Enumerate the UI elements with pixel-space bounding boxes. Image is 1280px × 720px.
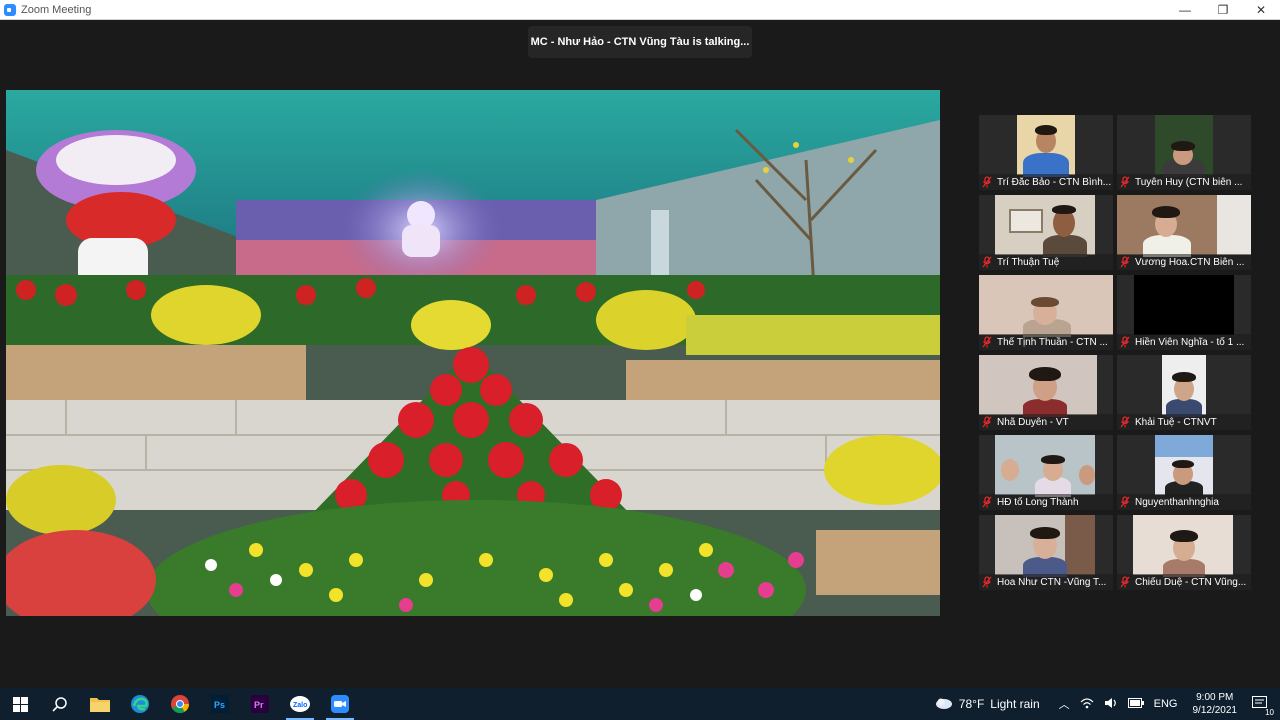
- weather-widget[interactable]: 78°F Light rain: [935, 697, 1040, 711]
- participant-video: [1155, 115, 1213, 177]
- meeting-area: MC - Như Hảo - CTN Vũng Tàu is talking..…: [0, 20, 1280, 688]
- svg-text:Ps: Ps: [214, 700, 225, 710]
- window-controls: — ❐ ✕: [1166, 0, 1280, 20]
- notification-count: 10: [1263, 707, 1276, 717]
- participant-name: Nhã Duyên - VT: [997, 416, 1069, 428]
- premiere-icon[interactable]: Pr: [240, 688, 280, 720]
- participant-video: [979, 275, 1113, 337]
- video-scene: [6, 90, 940, 616]
- participant-video: [995, 435, 1095, 497]
- participant-name: Hiền Viên Nghĩa - tổ 1 ...: [1135, 336, 1245, 348]
- search-icon[interactable]: [40, 688, 80, 720]
- mic-muted-icon: [1120, 176, 1130, 188]
- windows-start-icon[interactable]: [0, 688, 40, 720]
- mic-muted-icon: [1120, 496, 1130, 508]
- participant-video: [995, 195, 1095, 257]
- svg-text:Pr: Pr: [254, 700, 264, 710]
- taskbar: Ps Pr Zalo 78°F Light rain ︿ ENG 9:00 PM…: [0, 688, 1280, 720]
- participant-tile[interactable]: Vương Hoa.CTN Biên ...: [1117, 195, 1251, 270]
- window-title: Zoom Meeting: [21, 3, 92, 16]
- participant-tile[interactable]: Tuyên Huy (CTN biên ...: [1117, 115, 1251, 190]
- mic-muted-icon: [1120, 256, 1130, 268]
- edge-icon[interactable]: [120, 688, 160, 720]
- participant-name: Trí Đắc Bảo - CTN Bình...: [997, 176, 1112, 188]
- language-indicator[interactable]: ENG: [1154, 698, 1178, 710]
- participant-name-row: Hiền Viên Nghĩa - tổ 1 ...: [1117, 334, 1251, 350]
- close-button[interactable]: ✕: [1242, 0, 1280, 20]
- mic-muted-icon: [982, 176, 992, 188]
- battery-icon[interactable]: [1127, 697, 1144, 711]
- participant-name-row: Vương Hoa.CTN Biên ...: [1117, 254, 1251, 270]
- mic-muted-icon: [1120, 336, 1130, 348]
- participant-video: [979, 355, 1097, 417]
- participant-video: [1155, 435, 1213, 497]
- participant-video: [1162, 355, 1206, 417]
- participant-name-row: Thể Tịnh Thuần - CTN ...: [979, 334, 1113, 350]
- participant-video: [995, 515, 1095, 577]
- maximize-button[interactable]: ❐: [1204, 0, 1242, 20]
- participant-tile[interactable]: Hoa Như CTN -Vũng T...: [979, 515, 1113, 590]
- system-tray: 78°F Light rain ︿ ENG 9:00 PM 9/12/2021 …: [935, 688, 1280, 720]
- participant-tile[interactable]: Nguyenthanhnghia: [1117, 435, 1251, 510]
- participant-name-row: Trí Thuận Tuệ: [979, 254, 1113, 270]
- file-explorer-icon[interactable]: [80, 688, 120, 720]
- participant-tile[interactable]: Thể Tịnh Thuần - CTN ...: [979, 275, 1113, 350]
- mic-muted-icon: [982, 496, 992, 508]
- mic-muted-icon: [982, 336, 992, 348]
- zoom-icon[interactable]: [320, 688, 360, 720]
- active-speaker-banner: MC - Như Hảo - CTN Vũng Tàu is talking..…: [528, 26, 752, 58]
- participant-tile[interactable]: Chiếu Duệ - CTN Vũng...: [1117, 515, 1251, 590]
- minimize-button[interactable]: —: [1166, 0, 1204, 20]
- participant-name: Trí Thuận Tuệ: [997, 256, 1060, 268]
- participant-name: Thể Tịnh Thuần - CTN ...: [997, 336, 1108, 348]
- participant-name: Khải Tuệ - CTNVT: [1135, 416, 1217, 428]
- main-speaker-video[interactable]: [6, 90, 940, 616]
- participant-video: [1117, 195, 1251, 257]
- participant-name: Vương Hoa.CTN Biên ...: [1135, 256, 1245, 268]
- mic-muted-icon: [1120, 416, 1130, 428]
- participant-tile[interactable]: HĐ tổ Long Thành: [979, 435, 1113, 510]
- participant-name-row: Tuyên Huy (CTN biên ...: [1117, 174, 1251, 190]
- participant-name: Nguyenthanhnghia: [1135, 496, 1219, 508]
- participant-video: [1133, 515, 1233, 577]
- chrome-icon[interactable]: [160, 688, 200, 720]
- weather-temp: 78°F: [958, 697, 985, 711]
- participant-name: Tuyên Huy (CTN biên ...: [1135, 176, 1243, 188]
- participant-tile[interactable]: Trí Đắc Bảo - CTN Bình...: [979, 115, 1113, 190]
- clock-date: 9/12/2021: [1192, 705, 1238, 716]
- mic-muted-icon: [982, 256, 992, 268]
- cloud-rain-icon: [935, 698, 952, 709]
- participant-tile[interactable]: Hiền Viên Nghĩa - tổ 1 ...: [1117, 275, 1251, 350]
- participant-name-row: Nhã Duyên - VT: [979, 414, 1113, 430]
- chevron-up-icon[interactable]: ︿: [1059, 696, 1070, 712]
- zalo-icon[interactable]: Zalo: [280, 688, 320, 720]
- zoom-app-icon: [4, 3, 16, 16]
- participant-video: [1134, 275, 1234, 335]
- svg-text:Zalo: Zalo: [293, 702, 307, 709]
- mic-muted-icon: [982, 416, 992, 428]
- participant-video: [1017, 115, 1075, 177]
- photoshop-icon[interactable]: Ps: [200, 688, 240, 720]
- participant-tile[interactable]: Trí Thuận Tuệ: [979, 195, 1113, 270]
- participant-name: Hoa Như CTN -Vũng T...: [997, 576, 1107, 588]
- participant-name-row: HĐ tổ Long Thành: [979, 494, 1113, 510]
- participant-tile[interactable]: Khải Tuệ - CTNVT: [1117, 355, 1251, 430]
- participant-name-row: Khải Tuệ - CTNVT: [1117, 414, 1251, 430]
- notification-icon[interactable]: 10: [1252, 695, 1276, 717]
- mic-muted-icon: [1120, 576, 1130, 588]
- mic-muted-icon: [982, 576, 992, 588]
- participant-name: Chiếu Duệ - CTN Vũng...: [1135, 576, 1247, 588]
- participant-name-row: Nguyenthanhnghia: [1117, 494, 1251, 510]
- title-bar: Zoom Meeting — ❐ ✕: [0, 0, 1280, 20]
- participant-name-row: Chiếu Duệ - CTN Vũng...: [1117, 574, 1251, 590]
- weather-desc: Light rain: [990, 697, 1040, 711]
- volume-icon[interactable]: [1104, 697, 1118, 712]
- participant-name: HĐ tổ Long Thành: [997, 496, 1079, 508]
- clock-time: 9:00 PM: [1196, 692, 1234, 703]
- network-icon[interactable]: [1080, 697, 1094, 712]
- participant-name-row: Hoa Như CTN -Vũng T...: [979, 574, 1113, 590]
- clock[interactable]: 9:00 PM 9/12/2021: [1193, 691, 1238, 717]
- participant-tile[interactable]: Nhã Duyên - VT: [979, 355, 1113, 430]
- participant-name-row: Trí Đắc Bảo - CTN Bình...: [979, 174, 1113, 190]
